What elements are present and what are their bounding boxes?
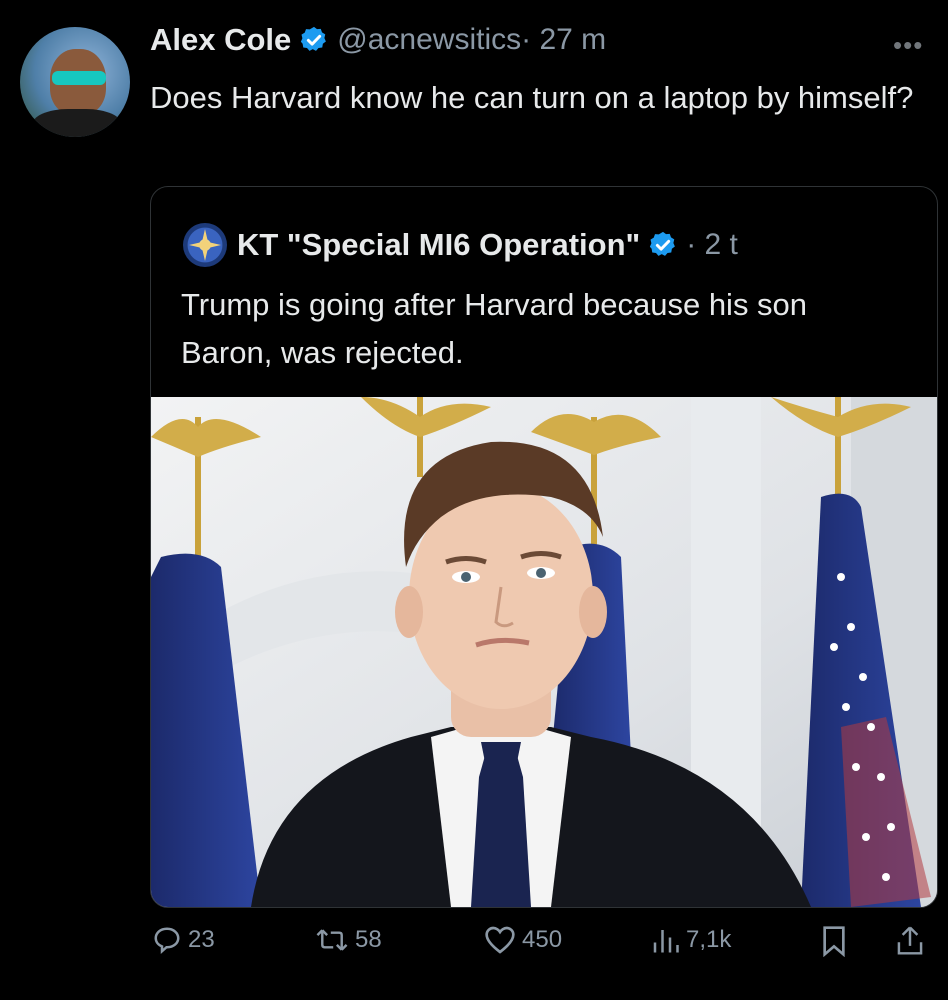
verified-icon [301, 26, 327, 51]
views-icon [653, 930, 679, 953]
quoted-time[interactable]: · 2 t [686, 228, 738, 262]
quoted-author-name[interactable]: KT "Special MI6 Operation" [237, 227, 640, 263]
quoted-text: Trump is going after Harvard because his… [181, 287, 808, 370]
like-icon [485, 926, 515, 954]
like-count: 450 [522, 926, 563, 953]
reply-button[interactable]: 23 [152, 925, 215, 955]
tweet-time[interactable]: · 27 m [521, 23, 606, 57]
like-button[interactable]: 450 [484, 925, 562, 955]
avatar-glasses [52, 71, 106, 85]
bookmark-icon [823, 926, 845, 957]
verified-icon [650, 231, 676, 256]
author-name[interactable]: Alex Cole [150, 22, 291, 58]
action-bar: 23 58 450 7,1k [150, 925, 940, 975]
tweet: Alex Cole @acnewsitics · 27 m ••• Does H… [0, 0, 948, 1000]
share-icon [897, 926, 923, 955]
tweet-header: Alex Cole @acnewsitics · 27 m [150, 22, 606, 58]
quoted-header: KT "Special MI6 Operation" · 2 t [183, 223, 738, 267]
retweet-icon [316, 929, 348, 951]
avatar-shirt [32, 109, 122, 137]
quoted-tweet[interactable]: KT "Special MI6 Operation" · 2 t Trump i… [150, 186, 938, 908]
avatar[interactable] [20, 27, 130, 137]
views-button[interactable]: 7,1k [650, 925, 731, 955]
more-icon[interactable]: ••• [893, 30, 923, 61]
tweet-text: Does Harvard know he can turn on a lapto… [150, 80, 914, 115]
views-count: 7,1k [686, 926, 732, 953]
reply-count: 23 [188, 926, 215, 953]
compass-star-icon [189, 229, 221, 261]
reply-icon [154, 927, 180, 955]
quoted-photo[interactable] [151, 397, 937, 907]
quoted-avatar[interactable] [183, 223, 227, 267]
retweet-count: 58 [355, 926, 382, 953]
retweet-button[interactable]: 58 [315, 925, 382, 955]
bookmark-button[interactable] [820, 925, 854, 957]
author-handle[interactable]: @acnewsitics [337, 23, 521, 57]
share-button[interactable] [895, 925, 931, 957]
